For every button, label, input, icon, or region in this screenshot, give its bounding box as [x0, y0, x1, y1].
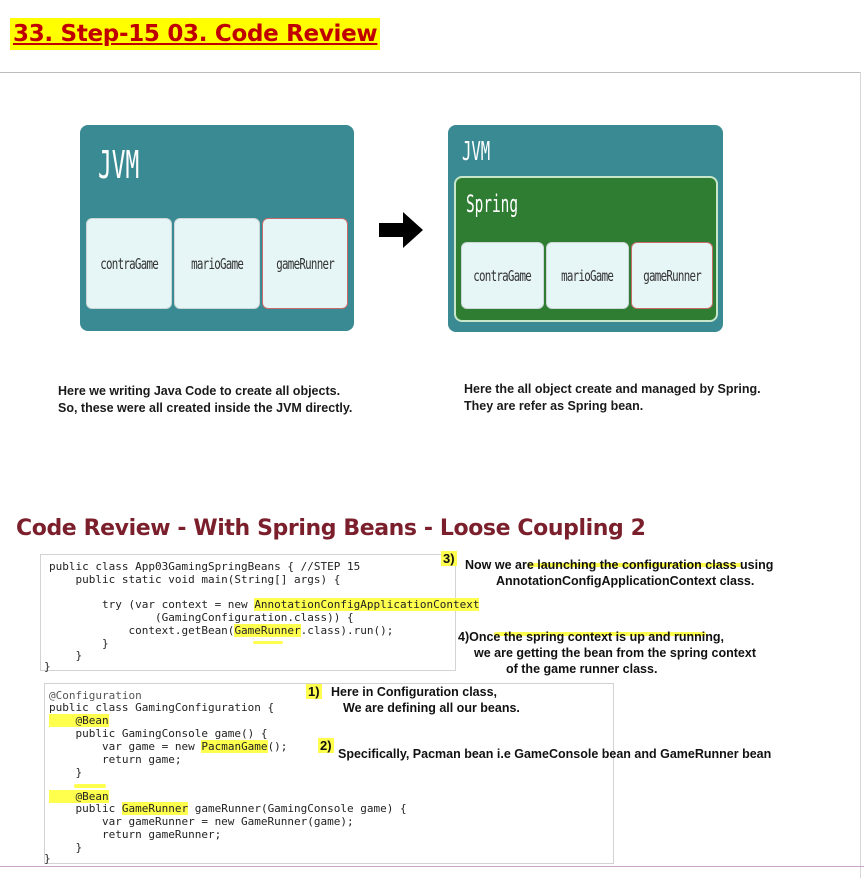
note-3-line-2: AnnotationConfigApplicationContext class…	[496, 574, 755, 588]
code-line: public class GamingConfiguration {	[49, 701, 275, 714]
code-line: public static void main(String[] args) {	[49, 573, 341, 586]
jvm-container-left: JVM contraGame marioGame gameRunner	[80, 125, 354, 331]
page-right-border	[860, 72, 861, 878]
highlight-pacman-game: PacmanGame	[201, 740, 268, 753]
note-1-line-1: Here in Configuration class,	[331, 685, 498, 699]
bean-game-runner: gameRunner	[631, 242, 713, 309]
code-line: }	[44, 660, 51, 673]
highlight-bean-annotation: @Bean	[49, 714, 109, 727]
spring-container: Spring contraGame marioGame gameRunner	[454, 176, 718, 322]
code-line: public GamingConsole game() {	[49, 727, 268, 740]
note-4-line-1: 4)Once the spring context is up and runn…	[458, 630, 724, 644]
code-line: @Bean	[49, 714, 109, 727]
bean-mario-game: marioGame	[546, 242, 629, 309]
highlight-stroke	[253, 641, 283, 644]
title-divider	[0, 72, 860, 73]
note-3-line-1: Now we are launching the configuration c…	[465, 558, 774, 572]
bottom-divider	[0, 866, 864, 867]
code-line: (GamingConfiguration.class)) {	[49, 611, 354, 624]
section-heading: Code Review - With Spring Beans - Loose …	[16, 516, 646, 541]
code-line: var gameRunner = new GameRunner(game);	[49, 815, 354, 828]
highlight-game-runner: GameRunner	[234, 624, 301, 637]
note-number-1: 1)	[306, 684, 322, 699]
caption-left: Here we writing Java Code to create all …	[58, 384, 353, 415]
code-line: return game;	[49, 753, 182, 766]
bean-game-runner: gameRunner	[262, 218, 348, 309]
bean-contra-game: contraGame	[461, 242, 544, 309]
note-4-line-2: we are getting the bean from the spring …	[474, 646, 756, 660]
note-1-line-2: We are defining all our beans.	[343, 701, 520, 715]
highlight-stroke	[74, 784, 106, 788]
highlight-game-runner: GameRunner	[121, 802, 189, 815]
code-line: var game = new PacmanGame();	[49, 740, 288, 753]
jvm-label: JVM	[98, 143, 140, 187]
code-line: public GameRunner gameRunner(GamingConso…	[49, 802, 407, 815]
caption-right: Here the all object create and managed b…	[464, 382, 761, 413]
right-arrow-icon	[379, 212, 423, 248]
spring-label: Spring	[466, 190, 519, 218]
code-line: return gameRunner;	[49, 828, 222, 841]
code-line: context.getBean(GameRunner.class).run();	[49, 624, 394, 637]
highlight-annotation-context: AnnotationConfigApplicationContext	[254, 598, 480, 611]
code-line: }	[44, 852, 51, 865]
jvm-container-right: JVM Spring contraGame marioGame gameRunn…	[448, 125, 723, 332]
code-line: public class App03GamingSpringBeans { //…	[49, 560, 361, 573]
jvm-label: JVM	[462, 137, 491, 167]
note-number-3: 3)	[441, 551, 457, 566]
code-line: try (var context = new AnnotationConfigA…	[49, 598, 480, 611]
bean-mario-game: marioGame	[174, 218, 260, 309]
code-line: }	[49, 841, 83, 854]
code-line: }	[49, 766, 83, 779]
note-4-line-3: of the game runner class.	[506, 662, 658, 676]
code-line: }	[49, 649, 83, 662]
note-number-2: 2)	[318, 738, 334, 753]
bean-contra-game: contraGame	[86, 218, 172, 309]
note-2-line-1: Specifically, Pacman bean i.e GameConsol…	[338, 747, 772, 761]
page-title: 33. Step-15 03. Code Review	[10, 18, 381, 50]
